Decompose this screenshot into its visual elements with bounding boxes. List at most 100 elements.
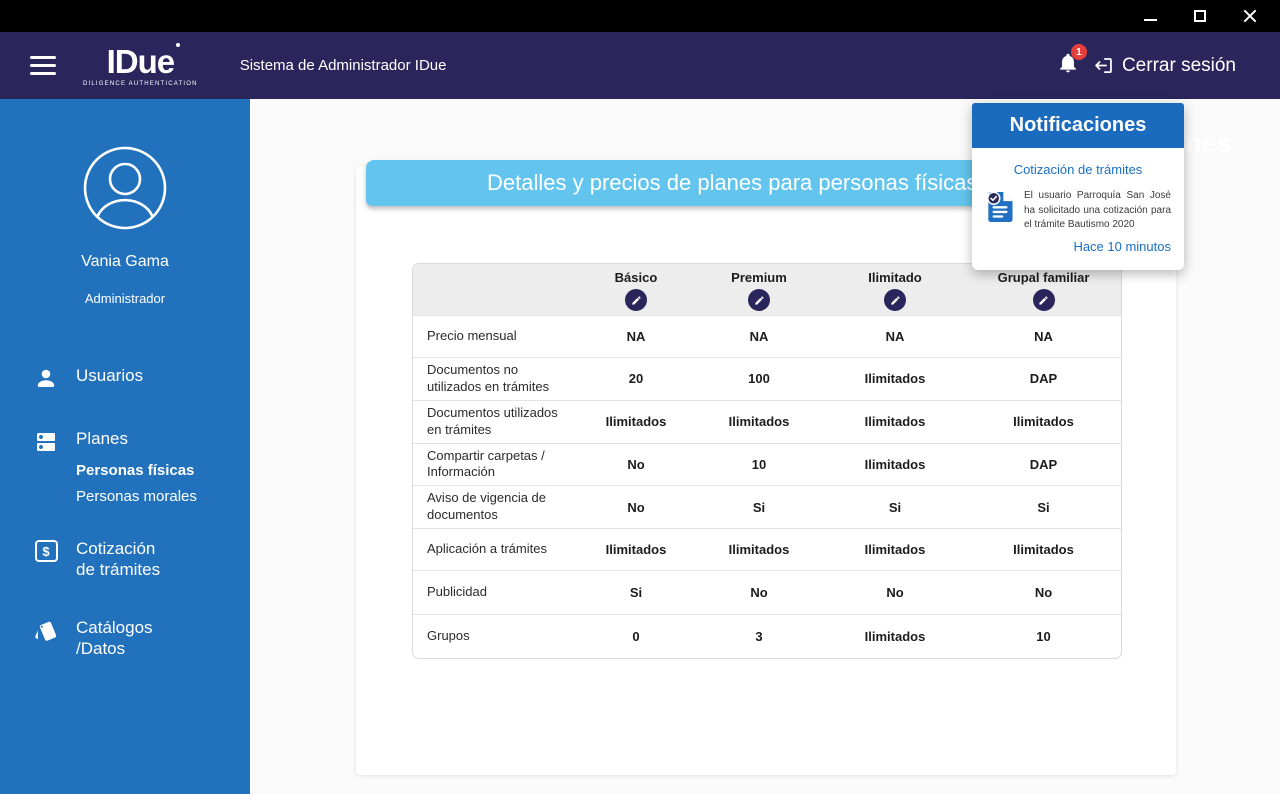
close-button[interactable] [1236, 5, 1264, 27]
maximize-button[interactable] [1186, 5, 1214, 27]
app-title: Sistema de Administrador IDue [239, 57, 447, 74]
notification-badge: 1 [1070, 44, 1087, 60]
table-corner-cell [413, 264, 578, 315]
planes-submenu: Personas físicas Personas morales [76, 462, 250, 505]
app-window: IDue DILIGENCE AUTHENTICATION Sistema de… [0, 0, 1280, 794]
column-header-ilimitado: Ilimitado [824, 264, 966, 315]
sidebar-item-label: Catálogos /Datos [76, 618, 153, 659]
user-role: Administrador [84, 291, 166, 306]
person-icon [33, 367, 59, 391]
cell-value: No [824, 570, 966, 614]
edit-plan-premium-button[interactable] [748, 289, 770, 311]
cell-value: Si [578, 570, 694, 614]
cell-value: Si [966, 485, 1121, 528]
cell-value: Si [824, 485, 966, 528]
cell-value: No [694, 570, 824, 614]
edit-plan-ilimitado-button[interactable] [884, 289, 906, 311]
pencil-icon [1039, 295, 1048, 305]
table-row: Compartir carpetas / Información No 10 I… [413, 442, 1121, 486]
pencil-icon [631, 295, 641, 305]
cell-value: Ilimitados [966, 528, 1121, 570]
column-header-basico: Básico [578, 264, 694, 315]
sidebar-item-label: Planes [76, 429, 128, 448]
banner-overflow-text: nes [1185, 128, 1232, 158]
sidebar-item-cotizacion[interactable]: $ Cotización de trámites [0, 539, 250, 580]
minimize-icon [1143, 19, 1157, 21]
cell-value: Ilimitados [578, 399, 694, 443]
hamburger-menu-icon[interactable] [30, 51, 56, 80]
table-header-row: Básico Premium Ilimitado Grupal familiar [413, 264, 1121, 315]
cell-value: DAP [966, 442, 1121, 486]
row-label: Documentos no utilizados en trámites [413, 357, 578, 400]
cell-value: NA [966, 315, 1121, 357]
row-label: Grupos [413, 614, 578, 658]
sidebar-menu: Usuarios Planes Personas físicas Persona… [0, 366, 250, 660]
minimize-button[interactable] [1136, 5, 1164, 27]
user-name: Vania Gama [81, 253, 169, 270]
table-row: Documentos utilizados en trámites Ilimit… [413, 399, 1121, 443]
edit-plan-basico-button[interactable] [625, 289, 647, 311]
cell-value: 0 [578, 614, 694, 658]
avatar-icon[interactable] [82, 145, 168, 231]
logout-button[interactable]: Cerrar sesión [1093, 55, 1236, 77]
cell-value: 100 [694, 357, 824, 400]
cell-value: NA [824, 315, 966, 357]
cell-value: Si [694, 485, 824, 528]
notifications-bell-button[interactable]: 1 [1057, 44, 1087, 80]
row-label: Publicidad [413, 570, 578, 614]
cell-value: No [966, 570, 1121, 614]
sidebar-subitem-personas-morales[interactable]: Personas morales [76, 488, 250, 505]
logout-icon [1095, 58, 1112, 73]
row-label: Precio mensual [413, 315, 578, 357]
sidebar-item-planes[interactable]: Planes [0, 429, 250, 454]
notifications-title: Notificaciones [1009, 114, 1147, 136]
notifications-panel: Notificaciones Cotización de trámites El… [972, 103, 1184, 270]
topbar: IDue DILIGENCE AUTHENTICATION Sistema de… [0, 32, 1280, 99]
cell-value: Ilimitados [824, 357, 966, 400]
cell-value: Ilimitados [824, 399, 966, 443]
table-row: Grupos 0 3 Ilimitados 10 [413, 614, 1121, 658]
column-header-grupal-familiar: Grupal familiar [966, 264, 1121, 315]
page-title: Detalles y precios de planes para person… [487, 170, 978, 195]
table-row: Aplicación a trámites Ilimitados Ilimita… [413, 528, 1121, 570]
column-header-premium: Premium [694, 264, 824, 315]
sidebar-item-usuarios[interactable]: Usuarios [0, 366, 250, 391]
logo-wordmark: IDue [107, 42, 181, 78]
sidebar-subitem-personas-fisicas[interactable]: Personas físicas [76, 462, 250, 479]
document-check-icon [987, 191, 1013, 222]
window-titlebar [0, 0, 1280, 32]
cell-value: No [578, 442, 694, 486]
cell-value: Ilimitados [824, 442, 966, 486]
logo-subtitle: DILIGENCE AUTHENTICATION [83, 80, 198, 87]
row-label: Compartir carpetas / Información [413, 442, 578, 486]
row-label: Aplicación a trámites [413, 528, 578, 570]
notifications-body: Cotización de trámites El usuario Parroq… [972, 148, 1184, 270]
cell-value: Ilimitados [694, 399, 824, 443]
notification-timestamp-link[interactable]: Hace 10 minutos [985, 239, 1171, 254]
cell-value: 20 [578, 357, 694, 400]
notification-item-title-link[interactable]: Cotización de trámites [985, 162, 1171, 177]
pencil-icon [890, 295, 900, 305]
cell-value: 3 [694, 614, 824, 658]
sidebar-item-label: Usuarios [76, 366, 144, 385]
user-profile: Vania Gama Administrador [0, 99, 250, 306]
app-logo[interactable]: IDue DILIGENCE AUTHENTICATION [83, 42, 198, 87]
cell-value: 10 [966, 614, 1121, 658]
sidebar-item-catalogos[interactable]: Catálogos /Datos [0, 618, 250, 659]
table-row: Precio mensual NA NA NA NA [413, 315, 1121, 357]
table-row: Publicidad Si No No No [413, 570, 1121, 614]
table-row: Documentos no utilizados en trámites 20 … [413, 357, 1121, 400]
cell-value: DAP [966, 357, 1121, 400]
maximize-icon [1194, 10, 1206, 22]
close-icon [1243, 9, 1257, 23]
cell-value: 10 [694, 442, 824, 486]
cell-value: Ilimitados [578, 528, 694, 570]
sidebar-item-label: Cotización de trámites [76, 539, 161, 579]
cell-value: NA [694, 315, 824, 357]
edit-plan-grupal-familiar-button[interactable] [1032, 289, 1055, 311]
plans-table: Básico Premium Ilimitado Grupal familiar [412, 263, 1122, 660]
logout-label: Cerrar sesión [1121, 54, 1236, 76]
table-row: Aviso de vigencia de documentos No Si Si… [413, 485, 1121, 528]
cell-value: Ilimitados [966, 399, 1121, 443]
notifications-panel-header: Notificaciones [972, 103, 1184, 148]
